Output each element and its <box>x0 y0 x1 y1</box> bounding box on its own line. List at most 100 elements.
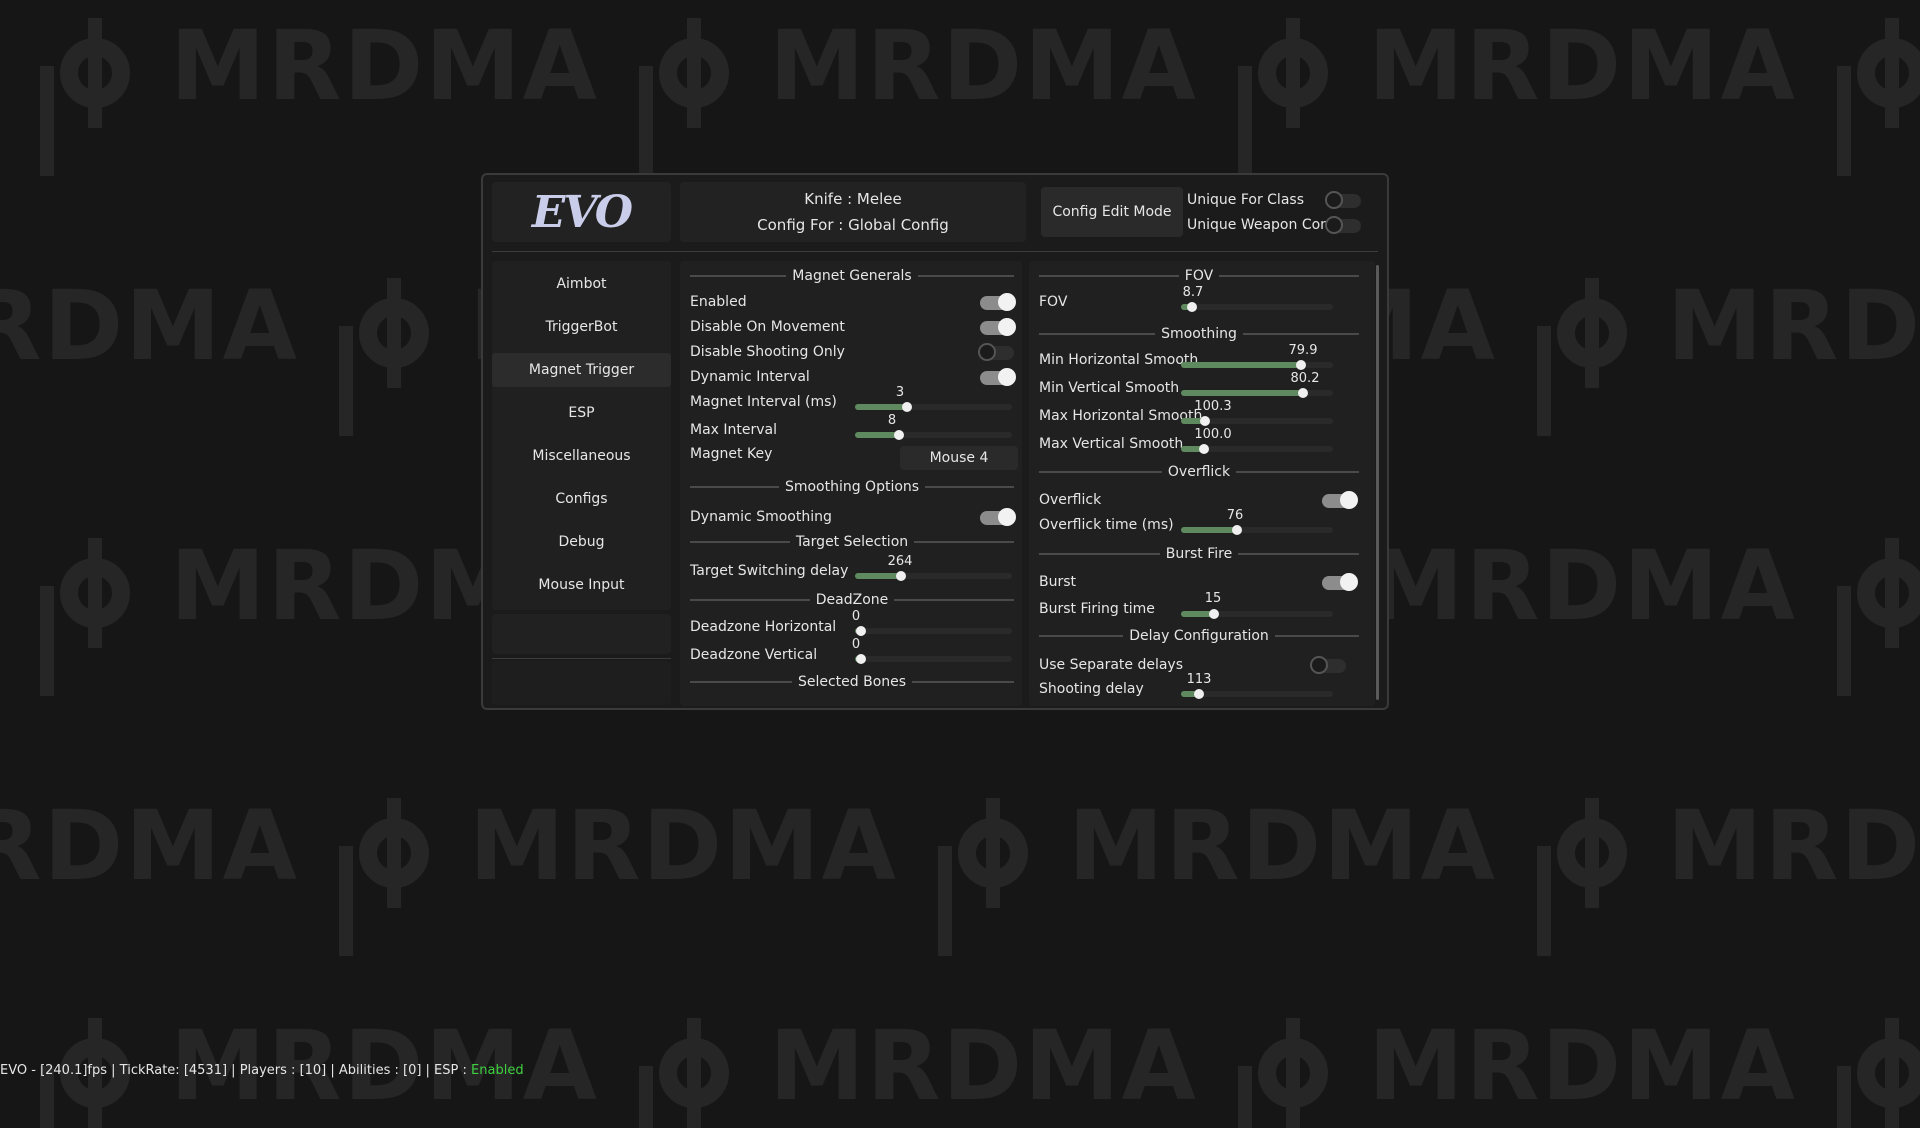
max-vertical-smooth-value: 100.0 <box>1194 427 1232 442</box>
section-smoothing-options: Smoothing Options <box>690 479 1015 495</box>
sidebar: Aimbot TriggerBot Magnet Trigger ESP Mis… <box>492 261 671 610</box>
deadzone-horizontal-label: Deadzone Horizontal <box>690 619 837 635</box>
section-title: Magnet Generals <box>792 268 912 284</box>
sidebar-item-esp[interactable]: ESP <box>492 396 671 430</box>
min-vertical-smooth-label: Min Vertical Smooth <box>1039 380 1180 396</box>
section-delay-configuration: Delay Configuration <box>1039 628 1360 644</box>
config-edit-mode-button[interactable]: Config Edit Mode <box>1041 187 1183 237</box>
watermark-text: MRDMA <box>1367 1010 1797 1122</box>
watermark-text: MRDMA <box>768 10 1198 122</box>
use-separate-delays-label: Use Separate delays <box>1039 657 1184 673</box>
dynamic-smoothing-label: Dynamic Smoothing <box>690 509 832 525</box>
watermark-text: MRDMA <box>468 790 898 902</box>
status-text: EVO - [240.1]fps | TickRate: [4531] | Pl… <box>0 1063 467 1078</box>
section-title: Delay Configuration <box>1129 628 1269 644</box>
min-horizontal-smooth-slider[interactable] <box>1181 360 1333 370</box>
watermark-emblem-icon <box>1238 1017 1348 1128</box>
deadzone-horizontal-slider[interactable] <box>855 626 1012 636</box>
shooting-delay-value: 113 <box>1186 672 1212 687</box>
burst-firing-time-slider[interactable] <box>1181 609 1333 619</box>
magnet-key-label: Magnet Key <box>690 446 773 462</box>
section-target-selection: Target Selection <box>690 534 1014 550</box>
max-interval-label: Max Interval <box>690 422 778 438</box>
unique-for-class-toggle[interactable] <box>1325 191 1361 209</box>
overflick-toggle[interactable] <box>1322 491 1358 509</box>
min-horizontal-smooth-label: Min Horizontal Smooth <box>1039 352 1199 368</box>
watermark-emblem-icon <box>40 17 150 128</box>
section-selected-bones: Selected Bones <box>690 674 1014 690</box>
max-interval-slider[interactable] <box>855 430 1012 440</box>
overflick-time-slider[interactable] <box>1181 525 1333 535</box>
max-horizontal-smooth-label: Max Horizontal Smooth <box>1039 408 1203 424</box>
weapon-line: Knife : Melee <box>804 190 902 208</box>
watermark-emblem-icon <box>1537 797 1647 908</box>
magnet-interval-slider[interactable] <box>855 402 1012 412</box>
disable-shooting-only-toggle[interactable] <box>978 343 1014 361</box>
watermark-emblem-icon <box>1837 17 1920 128</box>
header-divider <box>492 251 1378 252</box>
sidebar-item-magnet-trigger[interactable]: Magnet Trigger <box>492 353 671 387</box>
deadzone-vertical-slider[interactable] <box>855 654 1012 664</box>
watermark-emblem-icon <box>339 797 449 908</box>
cheat-menu-window: EVO Knife : Melee Config For : Global Co… <box>481 173 1389 710</box>
watermark-emblem-icon <box>40 537 150 648</box>
dynamic-smoothing-toggle[interactable] <box>980 508 1016 526</box>
overflick-label: Overflick <box>1039 492 1102 508</box>
max-vertical-smooth-label: Max Vertical Smooth <box>1039 436 1184 452</box>
watermark-text: MRDMA <box>1367 530 1797 642</box>
section-magnet-generals: Magnet Generals <box>690 268 1014 284</box>
section-smoothing: Smoothing <box>1039 326 1360 342</box>
max-horizontal-smooth-value: 100.3 <box>1194 399 1232 414</box>
overflick-time-value: 76 <box>1226 508 1244 523</box>
magnet-interval-value: 3 <box>895 385 905 400</box>
sidebar-item-configs[interactable]: Configs <box>492 482 671 516</box>
fov-slider[interactable] <box>1181 302 1333 312</box>
config-info-panel: Knife : Melee Config For : Global Config <box>680 182 1026 242</box>
burst-firing-time-label: Burst Firing time <box>1039 601 1155 617</box>
watermark-emblem-icon <box>1837 537 1920 648</box>
section-title: Burst Fire <box>1165 546 1233 562</box>
magnet-interval-label: Magnet Interval (ms) <box>690 394 837 410</box>
burst-label: Burst <box>1039 574 1077 590</box>
overflick-time-label: Overflick time (ms) <box>1039 517 1174 533</box>
use-separate-delays-toggle[interactable] <box>1310 656 1346 674</box>
sidebar-item-debug[interactable]: Debug <box>492 525 671 559</box>
unique-weapon-config-label: Unique Weapon Config <box>1187 217 1347 233</box>
fov-value: 8.7 <box>1182 285 1204 300</box>
watermark-text: MRDMA <box>1666 270 1920 382</box>
watermark-emblem-icon <box>339 277 449 388</box>
target-switching-delay-slider[interactable] <box>855 571 1012 581</box>
scrollbar[interactable] <box>1376 265 1379 700</box>
min-vertical-smooth-slider[interactable] <box>1181 388 1333 398</box>
logo-text: EVO <box>531 186 633 238</box>
status-bar: EVO - [240.1]fps | TickRate: [4531] | Pl… <box>0 1063 524 1078</box>
shooting-delay-label: Shooting delay <box>1039 681 1144 697</box>
watermark-text: MRDMA <box>0 270 299 382</box>
watermark-emblem-icon <box>1238 17 1348 128</box>
disable-on-movement-label: Disable On Movement <box>690 319 845 335</box>
shooting-delay-slider[interactable] <box>1181 689 1333 699</box>
section-title: Selected Bones <box>797 674 907 690</box>
enabled-toggle[interactable] <box>980 293 1016 311</box>
fov-label: FOV <box>1039 294 1068 310</box>
target-switching-delay-label: Target Switching delay <box>690 563 849 579</box>
watermark-emblem-icon <box>639 17 749 128</box>
max-horizontal-smooth-slider[interactable] <box>1181 416 1333 426</box>
watermark-row: MRDMAMRDMAMRDMAMRDMAMRDMA <box>0 10 1920 128</box>
sidebar-item-mouse-input[interactable]: Mouse Input <box>492 568 671 602</box>
section-title: FOV <box>1184 268 1214 284</box>
unique-weapon-config-toggle[interactable] <box>1325 216 1361 234</box>
max-vertical-smooth-slider[interactable] <box>1181 444 1333 454</box>
section-title: Smoothing <box>1161 326 1237 342</box>
magnet-key-button[interactable]: Mouse 4 <box>900 446 1018 470</box>
watermark-text: MRDMA <box>1666 790 1920 902</box>
disable-on-movement-toggle[interactable] <box>980 318 1016 336</box>
dynamic-interval-toggle[interactable] <box>980 368 1016 386</box>
watermark-text: MRDMA <box>1067 790 1497 902</box>
sidebar-divider <box>492 658 671 659</box>
sidebar-item-miscellaneous[interactable]: Miscellaneous <box>492 439 671 473</box>
burst-toggle[interactable] <box>1322 573 1358 591</box>
sidebar-item-triggerbot[interactable]: TriggerBot <box>492 310 671 344</box>
watermark-text: MRDMA <box>768 1010 1198 1122</box>
sidebar-item-aimbot[interactable]: Aimbot <box>492 267 671 301</box>
